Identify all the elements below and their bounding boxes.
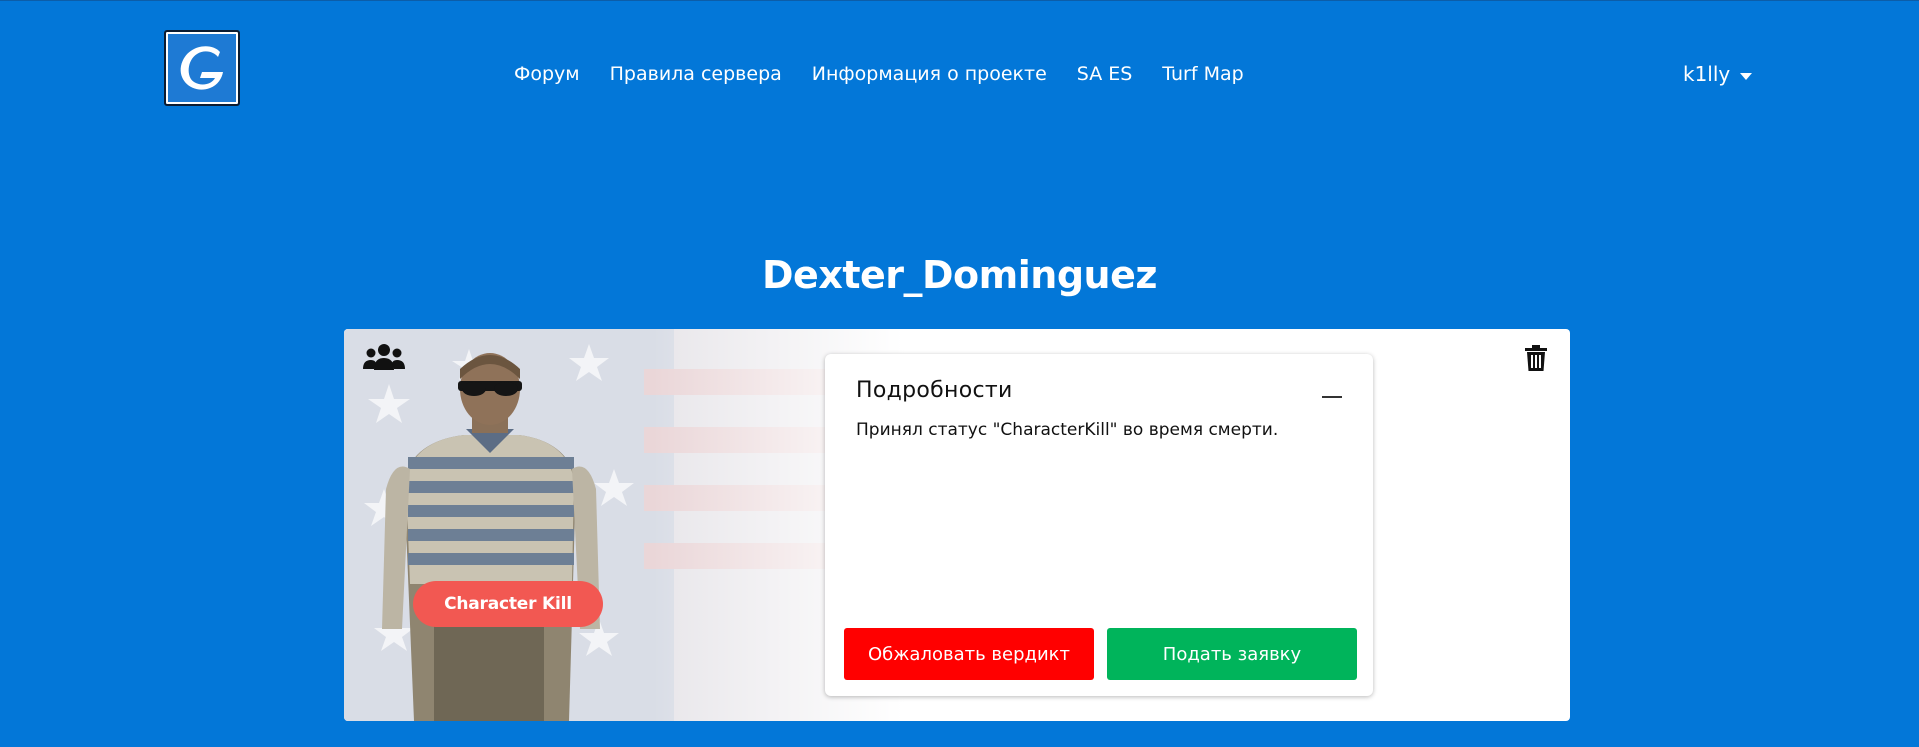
details-panel: Подробности Принял статус "CharacterKill… bbox=[825, 354, 1373, 696]
group-icon[interactable] bbox=[362, 343, 406, 371]
username: k1lly bbox=[1683, 62, 1731, 86]
nav-sa-es[interactable]: SA ES bbox=[1077, 60, 1133, 88]
chevron-down-icon bbox=[1740, 72, 1753, 80]
details-text: Принял статус "CharacterKill" во время с… bbox=[856, 420, 1279, 440]
nav-turf-map[interactable]: Turf Map bbox=[1162, 60, 1243, 88]
player-card: Character Kill Подробности Принял статус… bbox=[344, 329, 1570, 721]
appeal-verdict-button[interactable]: Обжаловать вердикт bbox=[844, 628, 1094, 680]
submit-application-button[interactable]: Подать заявку bbox=[1107, 628, 1357, 680]
nav-project-info[interactable]: Информация о проекте bbox=[812, 60, 1047, 88]
minimize-icon[interactable] bbox=[1322, 396, 1342, 398]
character-art bbox=[344, 329, 904, 721]
main-nav: Форум Правила сервера Информация о проек… bbox=[514, 60, 1244, 88]
user-menu[interactable]: k1lly bbox=[1683, 60, 1753, 88]
site-logo[interactable] bbox=[164, 30, 240, 106]
nav-server-rules[interactable]: Правила сервера bbox=[610, 60, 782, 88]
trash-icon[interactable] bbox=[1525, 345, 1547, 371]
character-kill-badge: Character Kill bbox=[413, 581, 603, 627]
details-title: Подробности bbox=[856, 378, 1013, 403]
g-logo-icon bbox=[180, 46, 223, 90]
nav-forum[interactable]: Форум bbox=[514, 60, 580, 88]
page-title: Dexter_Dominguez bbox=[762, 253, 1157, 298]
top-border bbox=[0, 0, 1919, 1]
